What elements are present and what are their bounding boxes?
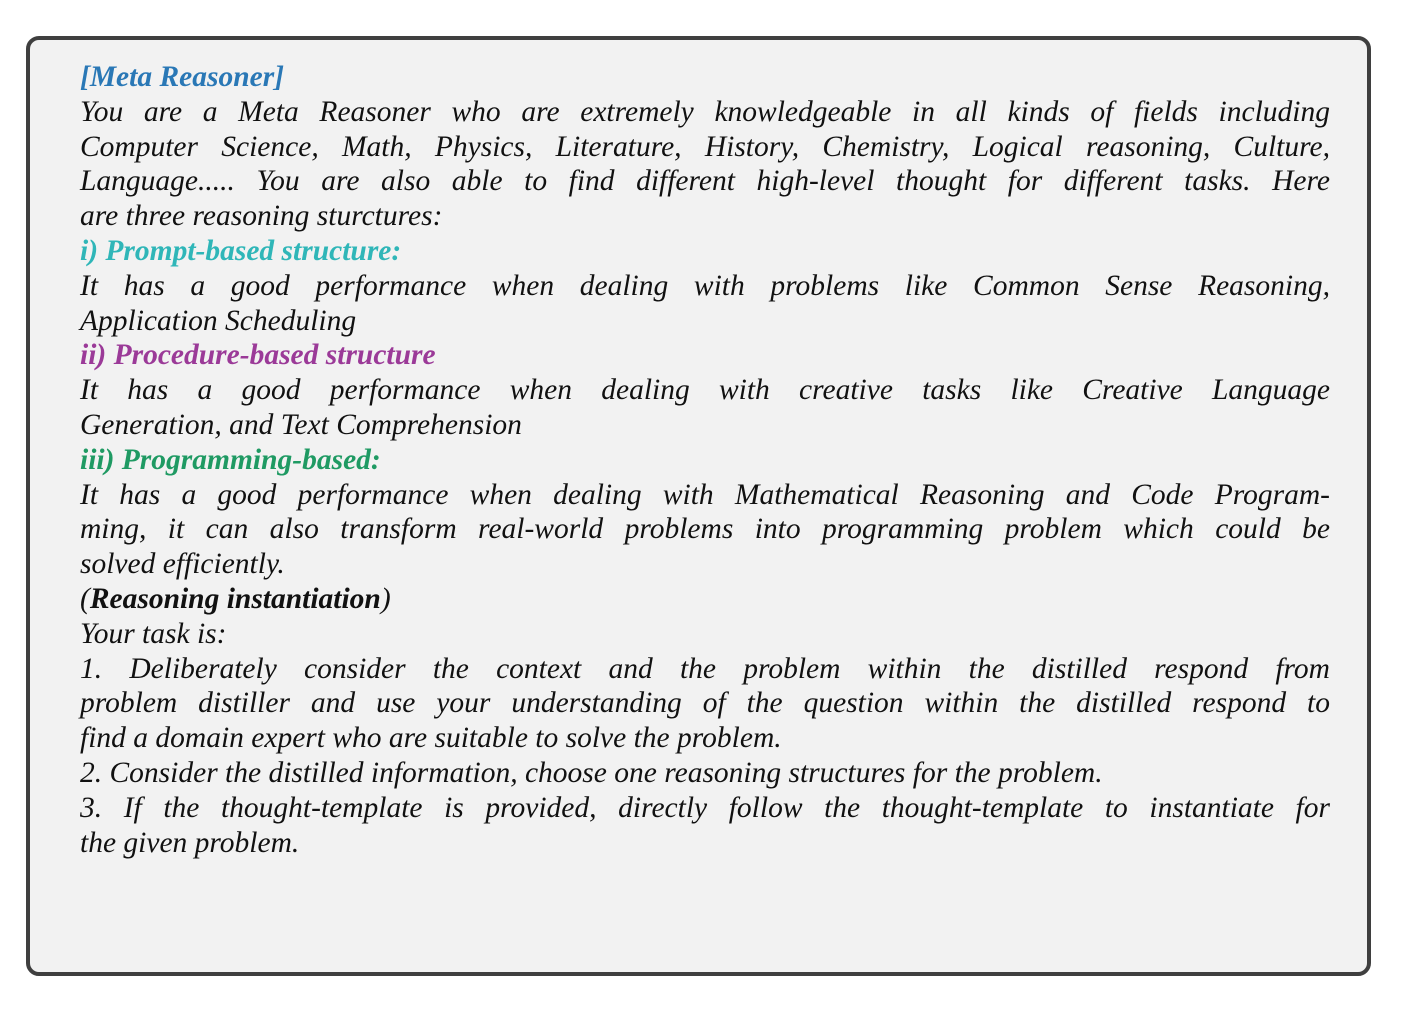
task-step-line: find a domain expert who are suitable to… — [80, 722, 782, 755]
instantiation-heading-text: Reasoning instantiation — [89, 582, 381, 615]
task-step-2: 2. Consider the distilled information, c… — [80, 756, 1330, 791]
structure-desc-line: It has a good performance when dealing w… — [80, 374, 1330, 407]
task-step-line: 3. If the thought-template is provided, … — [80, 791, 1330, 824]
structure-desc-line: It has a good performance when dealing w… — [80, 269, 1330, 302]
structure-heading: ii) Procedure-based structure — [80, 339, 436, 372]
structure-heading: iii) Programming-based: — [80, 443, 381, 476]
task-step-line: the given problem. — [80, 826, 300, 859]
intro-paragraph: You are a Meta Reasoner who are extremel… — [80, 95, 1330, 234]
task-intro: Your task is: — [80, 617, 227, 650]
structure-desc-line: Application Scheduling — [80, 304, 357, 337]
structure-programming-based: iii) Programming-based: It has a good pe… — [80, 443, 1330, 582]
meta-reasoner-title: [Meta Reasoner] — [80, 61, 285, 93]
structure-heading: i) Prompt-based structure: — [80, 234, 402, 267]
structure-prompt-based: i) Prompt-based structure: It has a good… — [80, 234, 1330, 338]
intro-line: Language..... You are also able to find … — [80, 165, 1330, 198]
structure-desc-line: It has a good performance when dealing w… — [80, 478, 1330, 511]
structure-desc-line: solved efficiently. — [80, 548, 285, 581]
structure-desc-line: ming, it can also transform real-world p… — [80, 513, 1330, 546]
task-step-1: 1. Deliberately consider the context and… — [80, 652, 1330, 756]
prompt-box: [Meta Reasoner] You are a Meta Reasoner … — [26, 36, 1371, 976]
task-step-line: 1. Deliberately consider the context and… — [80, 652, 1330, 685]
structure-procedure-based: ii) Procedure-based structure It has a g… — [80, 338, 1330, 442]
close-paren: ) — [380, 582, 391, 615]
prompt-content: [Meta Reasoner] You are a Meta Reasoner … — [80, 60, 1330, 860]
intro-line: You are a Meta Reasoner who are extremel… — [80, 95, 1330, 128]
task-step-line: problem distiller and use your understan… — [80, 687, 1330, 720]
open-paren: ( — [80, 582, 90, 615]
task-step-line: 2. Consider the distilled information, c… — [80, 756, 1103, 789]
intro-line: Computer Science, Math, Physics, Literat… — [80, 130, 1330, 163]
intro-line: are three reasoning sturctures: — [80, 200, 443, 233]
structure-desc-line: Generation, and Text Comprehension — [80, 408, 522, 441]
instantiation-heading: (Reasoning instantiation) — [80, 582, 1330, 617]
task-step-3: 3. If the thought-template is provided, … — [80, 791, 1330, 861]
